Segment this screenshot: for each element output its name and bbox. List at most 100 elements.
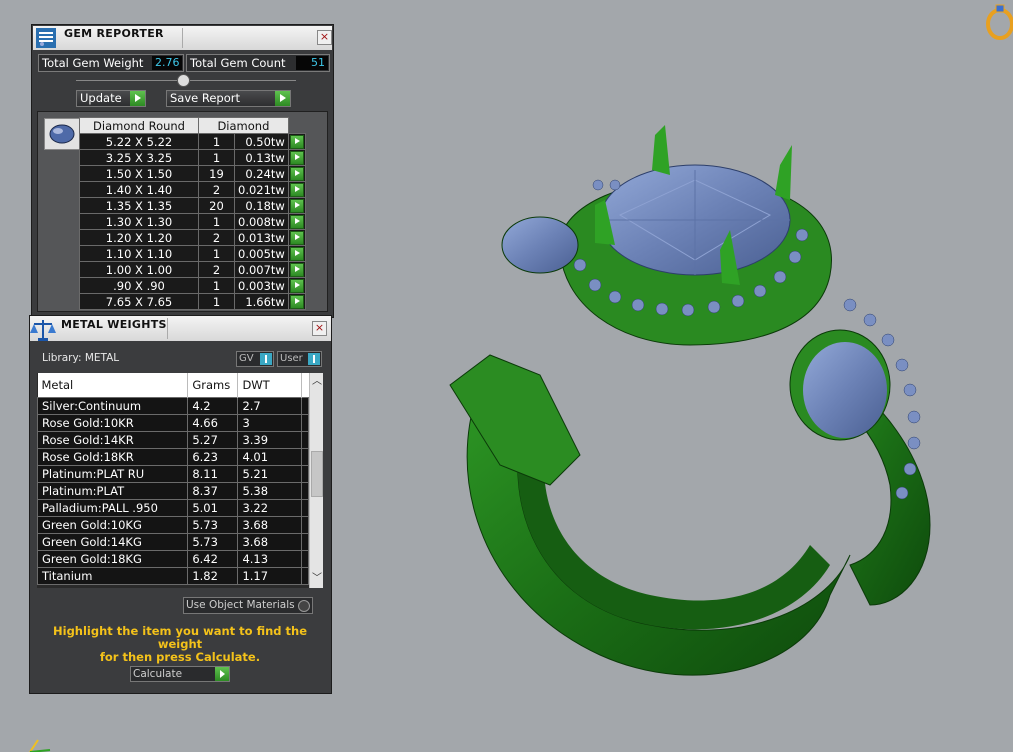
user-toggle-label: User — [280, 353, 303, 364]
dwt-cell: 3.68 — [237, 516, 302, 534]
gem-count-cell: 20 — [198, 197, 235, 214]
metal-list[interactable]: Metal Grams DWT Silver:Continuum 4.2 2.7 Ro… — [37, 373, 323, 588]
gv-toggle[interactable]: GV — [236, 351, 274, 367]
metal-row[interactable]: Platinum:PLAT 8.37 5.38 — [37, 482, 310, 500]
grams-column-header[interactable]: Grams — [187, 373, 239, 398]
gem-size-cell: 3.25 X 3.25 — [79, 149, 199, 166]
gem-row[interactable]: .90 X .90 1 0.003tw — [79, 277, 306, 294]
update-button[interactable]: Update — [76, 90, 146, 107]
metal-row[interactable]: Rose Gold:18KR 6.23 4.01 — [37, 448, 310, 466]
total-gem-weight-box: Total Gem Weight 2.76 — [38, 54, 184, 72]
save-report-button-label: Save Report — [170, 91, 241, 105]
metal-row[interactable]: Platinum:PLAT RU 8.11 5.21 — [37, 465, 310, 483]
dwt-cell: 5.21 — [237, 465, 302, 483]
metal-table: Metal Grams DWT Silver:Continuum 4.2 2.7 Ro… — [37, 373, 310, 585]
gem-row[interactable]: 1.40 X 1.40 2 0.021tw — [79, 181, 306, 198]
panel-resize-handle[interactable] — [177, 74, 190, 87]
grams-cell: 5.73 — [187, 533, 239, 551]
gem-count-cell: 2 — [198, 229, 235, 246]
gem-row[interactable]: 1.35 X 1.35 20 0.18tw — [79, 197, 306, 214]
metal-weights-close-button[interactable]: × — [312, 321, 327, 336]
metal-name-cell: Green Gold:14KG — [37, 533, 189, 551]
metal-row[interactable]: Titanium 1.82 1.17 — [37, 567, 310, 585]
select-gem-arrow-icon[interactable] — [289, 182, 304, 197]
scroll-down-arrow-icon[interactable]: ﹀ — [310, 572, 323, 586]
gem-select-cell — [287, 149, 306, 166]
select-gem-arrow-icon[interactable] — [289, 278, 304, 293]
title-divider — [167, 318, 168, 339]
metal-row[interactable]: Silver:Continuum 4.2 2.7 — [37, 397, 310, 415]
play-arrow-icon — [130, 91, 145, 106]
metal-weights-titlebar[interactable]: METAL WEIGHTS × — [30, 316, 331, 341]
metal-row[interactable]: Green Gold:10KG 5.73 3.68 — [37, 516, 310, 534]
dwt-cell: 3 — [237, 414, 302, 432]
gem-row[interactable]: 7.65 X 7.65 1 1.66tw — [79, 293, 306, 310]
gem-row[interactable]: 1.30 X 1.30 1 0.008tw — [79, 213, 306, 230]
calculate-button[interactable]: Calculate — [130, 666, 230, 682]
select-gem-arrow-icon[interactable] — [289, 166, 304, 181]
select-gem-arrow-icon[interactable] — [289, 246, 304, 261]
gem-select-cell — [287, 133, 306, 150]
gem-row[interactable]: 1.10 X 1.10 1 0.005tw — [79, 245, 306, 262]
select-gem-arrow-icon[interactable] — [289, 198, 304, 213]
metal-row[interactable]: Green Gold:14KG 5.73 3.68 — [37, 533, 310, 551]
gem-reporter-close-button[interactable]: × — [317, 30, 332, 45]
scroll-up-arrow-icon[interactable]: ︿ — [310, 375, 323, 389]
metal-row[interactable]: Palladium:PALL .950 5.01 3.22 — [37, 499, 310, 517]
save-report-button[interactable]: Save Report — [166, 90, 291, 107]
metal-name-cell: Rose Gold:10KR — [37, 414, 189, 432]
round-diamond-icon[interactable] — [44, 118, 80, 150]
scroll-thumb[interactable] — [311, 451, 323, 497]
dwt-cell: 1.17 — [237, 567, 302, 585]
row-spacer — [300, 516, 310, 534]
select-gem-arrow-icon[interactable] — [289, 214, 304, 229]
gem-select-cell — [287, 245, 306, 262]
ring-model[interactable] — [430, 125, 950, 695]
toggle-indicator-icon — [260, 353, 272, 365]
use-object-materials-label: Use Object Materials — [186, 599, 295, 611]
select-gem-arrow-icon[interactable] — [289, 262, 304, 277]
grams-cell: 8.11 — [187, 465, 239, 483]
metal-row[interactable]: Rose Gold:10KR 4.66 3 — [37, 414, 310, 432]
select-gem-arrow-icon[interactable] — [289, 134, 304, 149]
metal-list-scrollbar[interactable]: ︿ ﹀ — [309, 373, 323, 588]
gem-row[interactable]: 3.25 X 3.25 1 0.13tw — [79, 149, 306, 166]
use-object-materials-option[interactable]: Use Object Materials — [183, 597, 313, 614]
radio-icon[interactable] — [298, 600, 310, 612]
grams-cell: 5.27 — [187, 431, 239, 449]
ring-preview-icon[interactable] — [982, 2, 1013, 42]
gem-count-cell: 19 — [198, 165, 235, 182]
gem-row[interactable]: 1.00 X 1.00 2 0.007tw — [79, 261, 306, 278]
gem-row[interactable]: 5.22 X 5.22 1 0.50tw — [79, 133, 306, 150]
row-spacer — [300, 414, 310, 432]
library-label: Library: METAL — [42, 352, 120, 364]
gem-select-cell — [287, 165, 306, 182]
gem-count-cell: 2 — [198, 181, 235, 198]
metal-column-header[interactable]: Metal — [37, 373, 189, 398]
metal-row[interactable]: Rose Gold:14KR 5.27 3.39 — [37, 431, 310, 449]
metal-name-cell: Palladium:PALL .950 — [37, 499, 189, 517]
play-arrow-icon — [215, 667, 229, 681]
gem-weight-cell: 0.005tw — [234, 245, 289, 262]
select-gem-arrow-icon[interactable] — [289, 294, 304, 309]
gem-row[interactable]: 1.20 X 1.20 2 0.013tw — [79, 229, 306, 246]
metal-name-cell: Platinum:PLAT RU — [37, 465, 189, 483]
gem-reporter-titlebar[interactable]: GEM REPORTER × — [33, 26, 332, 50]
metal-row[interactable]: Green Gold:18KG 6.42 4.13 — [37, 550, 310, 568]
grams-cell: 6.23 — [187, 448, 239, 466]
dwt-cell: 4.13 — [237, 550, 302, 568]
select-gem-arrow-icon[interactable] — [289, 150, 304, 165]
total-gem-weight-value: 2.76 — [152, 56, 182, 70]
dwt-cell: 3.39 — [237, 431, 302, 449]
dwt-column-header[interactable]: DWT — [237, 373, 302, 398]
gem-row[interactable]: 1.50 X 1.50 19 0.24tw — [79, 165, 306, 182]
grams-cell: 1.82 — [187, 567, 239, 585]
metal-name-cell: Platinum:PLAT — [37, 482, 189, 500]
metal-name-cell: Green Gold:18KG — [37, 550, 189, 568]
gem-weight-cell: 0.007tw — [234, 261, 289, 278]
gem-size-cell: 1.10 X 1.10 — [79, 245, 199, 262]
user-toggle[interactable]: User — [277, 351, 322, 367]
dwt-cell: 3.68 — [237, 533, 302, 551]
gem-size-cell: 1.35 X 1.35 — [79, 197, 199, 214]
select-gem-arrow-icon[interactable] — [289, 230, 304, 245]
